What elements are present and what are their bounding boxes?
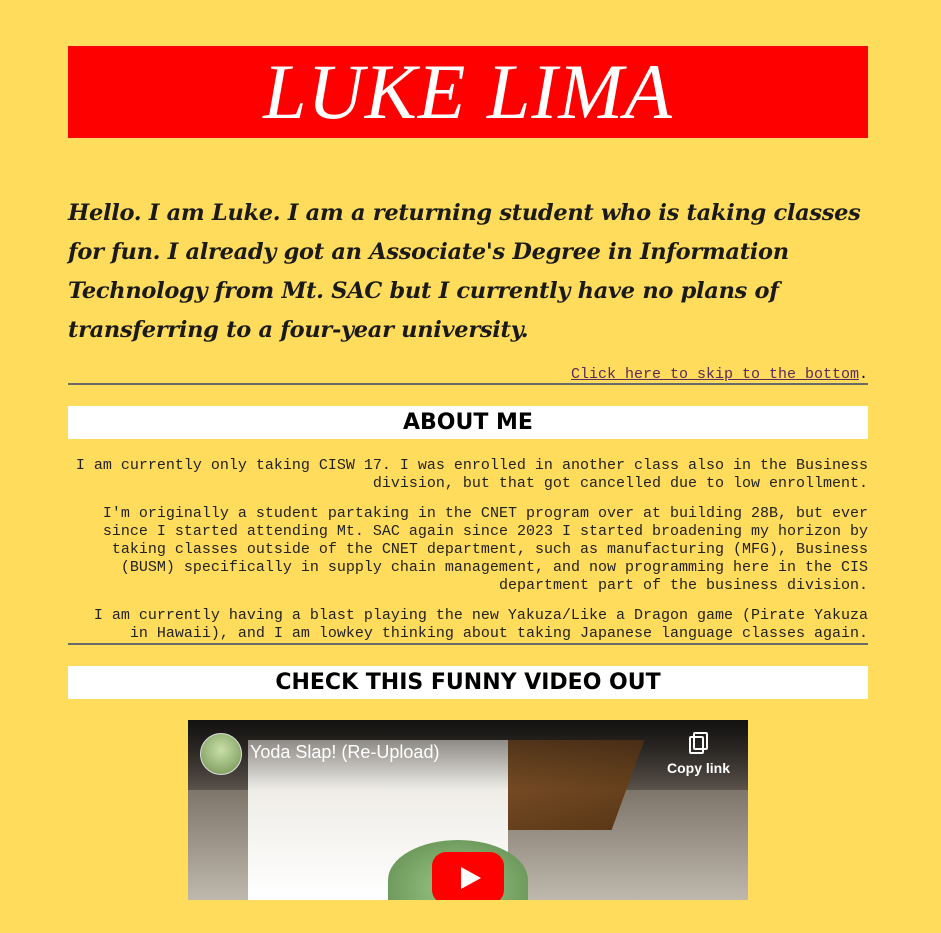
intro-text: Hello. I am Luke. I am a returning stude… (68, 200, 861, 343)
copy-link-button[interactable]: Copy link (667, 732, 730, 776)
divider (68, 643, 868, 645)
yoda-avatar-icon[interactable] (200, 733, 242, 775)
header-banner: LUKE LIMA (68, 46, 868, 138)
video-embed[interactable]: Yoda Slap! (Re-Upload) Copy link (188, 720, 748, 900)
video-heading: CHECK THIS FUNNY VIDEO OUT (68, 666, 868, 699)
skip-line: Click here to skip to the bottom. (68, 366, 868, 383)
copy-link-label: Copy link (666, 760, 730, 776)
play-icon[interactable] (432, 852, 504, 900)
copy-link-icon (689, 732, 709, 754)
page-title: LUKE LIMA (263, 48, 673, 135)
about-section: I am currently only taking CISW 17. I wa… (68, 457, 868, 643)
about-heading: ABOUT ME (68, 406, 868, 439)
skip-suffix: . (858, 366, 868, 383)
skip-to-bottom-link[interactable]: Click here to skip to the bottom (571, 366, 859, 383)
page-content: LUKE LIMA Hello. I am Luke. I am a retur… (68, 46, 868, 900)
video-title[interactable]: Yoda Slap! (Re-Upload) (250, 742, 439, 763)
about-paragraph: I'm originally a student partaking in th… (102, 505, 868, 594)
about-paragraph: I am currently only taking CISW 17. I wa… (75, 457, 868, 492)
about-paragraph: I am currently having a blast playing th… (93, 607, 868, 642)
divider (68, 383, 868, 385)
